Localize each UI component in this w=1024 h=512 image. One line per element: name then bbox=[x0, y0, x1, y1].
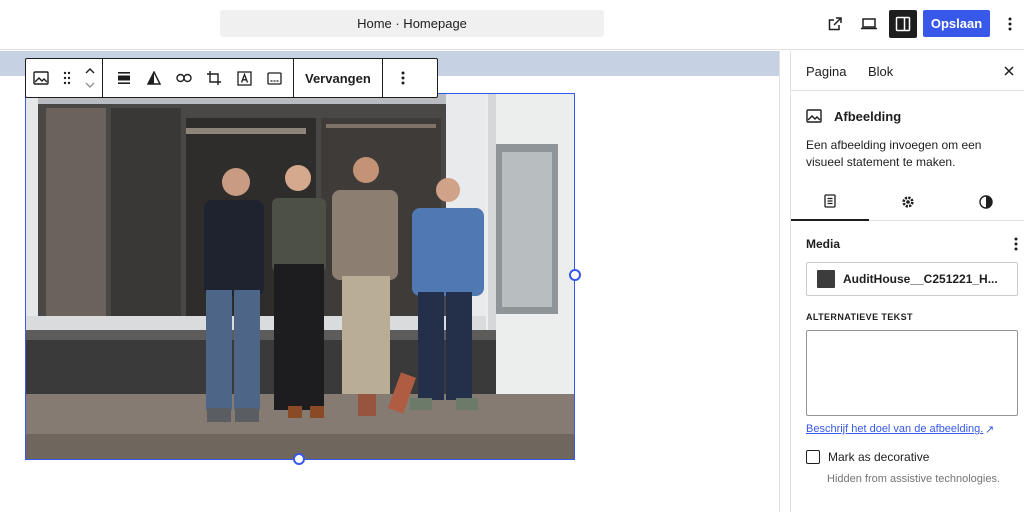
sidebar-tabs: Pagina Blok bbox=[791, 51, 1024, 91]
tab-advanced-settings[interactable] bbox=[869, 182, 947, 221]
move-up-icon[interactable] bbox=[84, 67, 96, 75]
save-button-label: Opslaan bbox=[930, 16, 983, 31]
replace-button-label: Vervangen bbox=[305, 70, 371, 86]
decorative-help-text: Hidden from assistive technologies. bbox=[827, 473, 1001, 485]
crop-icon bbox=[207, 71, 221, 85]
decorative-label: Mark as decorative bbox=[828, 450, 930, 464]
align-button[interactable] bbox=[109, 59, 139, 97]
block-inspector-tabs bbox=[791, 182, 1024, 221]
device-preview-button[interactable] bbox=[854, 9, 884, 39]
link-icon bbox=[176, 73, 192, 83]
alt-text-field[interactable] bbox=[806, 330, 1018, 416]
block-toolbar-group-parent bbox=[26, 59, 103, 97]
block-card-description: Een afbeelding invoegen om een visueel s… bbox=[806, 138, 982, 169]
caption-button[interactable] bbox=[259, 59, 289, 97]
alt-text-help-link[interactable]: Beschrijf het doel van de afbeelding. bbox=[806, 423, 983, 435]
image-icon bbox=[33, 71, 49, 85]
block-toolbar-group-tools bbox=[103, 59, 294, 97]
resize-handle-right[interactable] bbox=[569, 269, 581, 281]
text-overlay-icon bbox=[236, 70, 252, 86]
resize-handle-bottom[interactable] bbox=[293, 453, 305, 465]
team-photo bbox=[26, 94, 574, 459]
block-card-header: Afbeelding bbox=[806, 105, 1021, 127]
block-card-title: Afbeelding bbox=[834, 108, 902, 124]
image-icon bbox=[806, 109, 822, 123]
settings-sidebar: Pagina Blok Afbeelding Een afbeelding in… bbox=[790, 51, 1024, 512]
align-icon bbox=[118, 72, 130, 84]
block-card: Afbeelding Een afbeelding invoegen om ee… bbox=[806, 105, 1021, 171]
duotone-button[interactable] bbox=[139, 59, 169, 97]
drag-handle-icon bbox=[63, 71, 71, 85]
laptop-icon bbox=[861, 18, 877, 30]
sidebar-panel-icon bbox=[895, 16, 911, 32]
media-file-name: AuditHouse__C251221_H... bbox=[843, 272, 998, 286]
drag-handle-button[interactable] bbox=[56, 59, 78, 97]
block-toolbar-group-options bbox=[383, 59, 423, 97]
decorative-checkbox[interactable] bbox=[806, 450, 820, 464]
save-button[interactable]: Opslaan bbox=[923, 10, 990, 37]
external-link-icon bbox=[828, 17, 842, 31]
media-file-button[interactable]: AuditHouse__C251221_H... bbox=[806, 262, 1018, 296]
document-title-bar[interactable]: Home · Homepage bbox=[220, 10, 604, 37]
tab-styles[interactable] bbox=[947, 182, 1024, 221]
link-button[interactable] bbox=[169, 59, 199, 97]
duotone-icon bbox=[147, 71, 161, 85]
gear-icon bbox=[902, 195, 914, 208]
move-down-icon[interactable] bbox=[84, 81, 96, 89]
settings-list-icon bbox=[824, 193, 836, 208]
block-toolbar-group-replace: Vervangen bbox=[294, 59, 383, 97]
block-options-button[interactable] bbox=[383, 59, 423, 97]
canvas-divider bbox=[779, 51, 780, 512]
tab-block[interactable]: Blok bbox=[868, 51, 893, 91]
editor-header: Home · Homepage Opslaan bbox=[0, 0, 1024, 50]
options-menu-button[interactable] bbox=[996, 9, 1024, 39]
more-vertical-icon bbox=[1008, 17, 1012, 31]
crop-button[interactable] bbox=[199, 59, 229, 97]
alt-text-label: ALTERNATIEVE TEKST bbox=[806, 312, 913, 322]
tab-page-label: Pagina bbox=[806, 63, 847, 79]
text-overlay-button[interactable] bbox=[229, 59, 259, 97]
replace-button[interactable]: Vervangen bbox=[294, 59, 382, 97]
external-link-arrow-icon: ↗ bbox=[985, 424, 995, 436]
image-block[interactable] bbox=[25, 93, 575, 460]
media-thumbnail bbox=[817, 270, 835, 288]
decorative-checkbox-row[interactable]: Mark as decorative bbox=[806, 450, 929, 464]
block-type-button[interactable] bbox=[26, 59, 56, 97]
tab-block-label: Blok bbox=[868, 63, 894, 79]
styles-icon bbox=[979, 194, 993, 209]
view-page-button[interactable] bbox=[820, 9, 850, 39]
media-panel-title: Media bbox=[806, 237, 841, 251]
caption-icon bbox=[266, 71, 282, 85]
settings-toggle-button[interactable] bbox=[889, 10, 917, 38]
more-vertical-icon[interactable] bbox=[1014, 237, 1018, 251]
block-toolbar: Vervangen bbox=[25, 58, 438, 98]
block-mover bbox=[78, 59, 102, 97]
tab-settings-list[interactable] bbox=[791, 182, 869, 221]
tab-page[interactable]: Pagina bbox=[806, 51, 846, 91]
close-sidebar-button[interactable] bbox=[999, 61, 1019, 81]
media-panel-header: Media bbox=[806, 234, 1018, 254]
more-vertical-icon bbox=[401, 71, 405, 85]
document-title: Home · Homepage bbox=[357, 16, 467, 31]
close-icon bbox=[1004, 66, 1014, 76]
